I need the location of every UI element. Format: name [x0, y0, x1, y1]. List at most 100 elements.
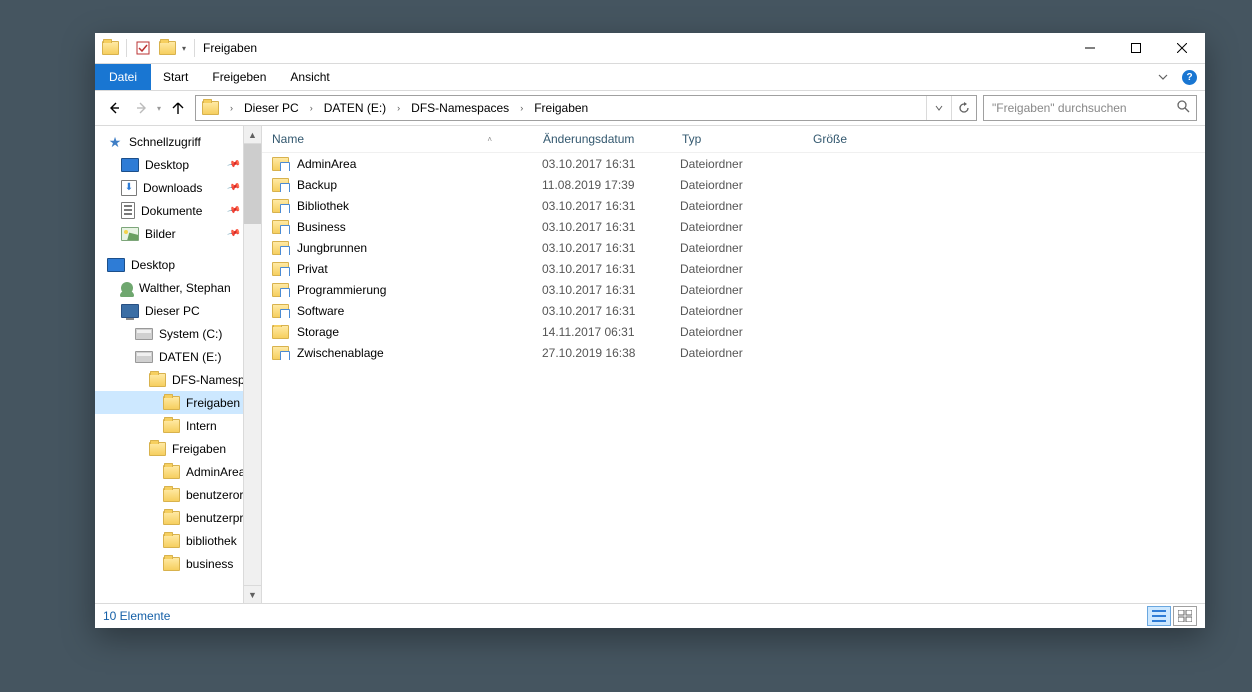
folder-icon [163, 534, 180, 548]
column-header-type[interactable]: Typ [672, 126, 803, 152]
tree-item-label: Downloads [143, 181, 202, 195]
details-view-button[interactable] [1147, 606, 1171, 626]
table-row[interactable]: Programmierung03.10.2017 16:31Dateiordne… [262, 279, 1205, 300]
address-root-icon[interactable] [196, 96, 225, 120]
table-row[interactable]: AdminArea03.10.2017 16:31Dateiordner [262, 153, 1205, 174]
file-name: Backup [297, 178, 337, 192]
file-type: Dateiordner [670, 304, 800, 318]
address-bar[interactable]: › Dieser PC›DATEN (E:)›DFS-Namespaces›Fr… [195, 95, 977, 121]
navigation-tree[interactable]: ★SchnellzugriffDesktop📌Downloads📌Dokumen… [95, 126, 244, 603]
folder-icon [163, 396, 180, 410]
desktop-icon [121, 158, 139, 172]
chevron-right-icon[interactable]: › [305, 103, 318, 113]
forward-button[interactable] [131, 97, 153, 119]
scroll-thumb[interactable] [244, 144, 261, 224]
tree-item-label: bibliothek [186, 534, 237, 548]
breadcrumb-segment[interactable]: Freigaben [528, 96, 594, 120]
recent-locations-chevron[interactable]: ▾ [157, 104, 161, 113]
tree-item[interactable]: Desktop [95, 253, 243, 276]
file-date: 11.08.2019 17:39 [532, 178, 670, 192]
search-box[interactable] [983, 95, 1197, 121]
tree-item[interactable]: Dokumente📌 [95, 199, 243, 222]
ribbon-tab-ansicht[interactable]: Ansicht [278, 64, 341, 90]
tree-item[interactable]: business [95, 552, 243, 575]
column-header-date[interactable]: Änderungsdatum [533, 126, 672, 152]
file-date: 03.10.2017 16:31 [532, 283, 670, 297]
tree-item[interactable]: bibliothek [95, 529, 243, 552]
help-button[interactable]: ? [1182, 70, 1197, 85]
table-row[interactable]: Jungbrunnen03.10.2017 16:31Dateiordner [262, 237, 1205, 258]
qat-customize-chevron[interactable]: ▾ [182, 44, 186, 53]
tree-item-label: benutzerordner [186, 488, 243, 502]
tree-scrollbar[interactable]: ▲ ▼ [244, 126, 262, 603]
tree-item[interactable]: DATEN (E:) [95, 345, 243, 368]
tree-item[interactable]: Freigaben [95, 437, 243, 460]
search-icon[interactable] [1177, 100, 1190, 116]
qat-newfolder-button[interactable] [156, 37, 178, 59]
pictures-icon [121, 227, 139, 241]
file-type: Dateiordner [670, 178, 800, 192]
table-row[interactable]: Zwischenablage27.10.2019 16:38Dateiordne… [262, 342, 1205, 363]
tree-item-label: DFS-Namespaces [172, 373, 243, 387]
maximize-button[interactable] [1113, 33, 1159, 63]
back-button[interactable] [103, 97, 125, 119]
pin-icon: 📌 [226, 226, 241, 241]
file-type: Dateiordner [670, 346, 800, 360]
chevron-right-icon[interactable]: › [515, 103, 528, 113]
search-input[interactable] [990, 100, 1177, 116]
chevron-right-icon[interactable]: › [225, 103, 238, 113]
ribbon-tab-start[interactable]: Start [151, 64, 200, 90]
breadcrumb-segment[interactable]: DATEN (E:) [318, 96, 392, 120]
address-history-chevron[interactable] [926, 96, 951, 120]
tree-item[interactable]: benutzerordner [95, 483, 243, 506]
tree-item[interactable]: Desktop📌 [95, 153, 243, 176]
file-name: Bibliothek [297, 199, 349, 213]
tree-item[interactable]: Bilder📌 [95, 222, 243, 245]
column-header-size[interactable]: Größe [803, 126, 914, 152]
pin-icon: 📌 [226, 157, 241, 172]
tree-item[interactable]: Freigaben [95, 391, 243, 414]
tree-item[interactable]: ★Schnellzugriff [95, 130, 243, 153]
scroll-down-button[interactable]: ▼ [244, 585, 261, 603]
tree-item[interactable]: Dieser PC [95, 299, 243, 322]
quickaccess-star-icon: ★ [107, 134, 123, 150]
tree-item[interactable]: AdminArea [95, 460, 243, 483]
table-row[interactable]: Privat03.10.2017 16:31Dateiordner [262, 258, 1205, 279]
tree-item[interactable]: Walther, Stephan [95, 276, 243, 299]
refresh-button[interactable] [951, 96, 976, 120]
file-type: Dateiordner [670, 262, 800, 276]
thumbnails-view-button[interactable] [1173, 606, 1197, 626]
up-button[interactable] [167, 97, 189, 119]
tree-item[interactable]: Downloads📌 [95, 176, 243, 199]
view-toggles [1147, 606, 1197, 626]
file-type: Dateiordner [670, 241, 800, 255]
close-button[interactable] [1159, 33, 1205, 63]
tree-item[interactable]: System (C:) [95, 322, 243, 345]
table-row[interactable]: Software03.10.2017 16:31Dateiordner [262, 300, 1205, 321]
folder-icon [99, 37, 121, 59]
shared-folder-icon [272, 304, 289, 318]
table-row[interactable]: Backup 11.08.2019 17:39Dateiordner [262, 174, 1205, 195]
qat-properties-button[interactable] [132, 37, 154, 59]
chevron-right-icon[interactable]: › [392, 103, 405, 113]
breadcrumb-segment[interactable]: Dieser PC [238, 96, 305, 120]
ribbon-expand-chevron[interactable] [1154, 68, 1172, 86]
breadcrumb-segment[interactable]: DFS-Namespaces [405, 96, 515, 120]
table-row[interactable]: Storage14.11.2017 06:31Dateiordner [262, 321, 1205, 342]
table-row[interactable]: Bibliothek03.10.2017 16:31Dateiordner [262, 195, 1205, 216]
table-row[interactable]: Business03.10.2017 16:31Dateiordner [262, 216, 1205, 237]
file-name: Business [297, 220, 346, 234]
documents-icon [121, 202, 135, 219]
tree-item[interactable]: DFS-Namespaces [95, 368, 243, 391]
file-rows: AdminArea03.10.2017 16:31DateiordnerBack… [262, 153, 1205, 603]
file-type: Dateiordner [670, 220, 800, 234]
tree-item[interactable]: benutzerprofile [95, 506, 243, 529]
column-header-name[interactable]: Name ˄ [262, 126, 533, 152]
tree-item[interactable]: Intern [95, 414, 243, 437]
ribbon-tab-freigeben[interactable]: Freigeben [200, 64, 278, 90]
ribbon-tab-file[interactable]: Datei [95, 64, 151, 90]
minimize-button[interactable] [1067, 33, 1113, 63]
file-date: 03.10.2017 16:31 [532, 199, 670, 213]
scroll-up-button[interactable]: ▲ [244, 126, 261, 144]
explorer-window: ▾ Freigaben Datei StartFreigebenAnsicht … [95, 33, 1205, 628]
